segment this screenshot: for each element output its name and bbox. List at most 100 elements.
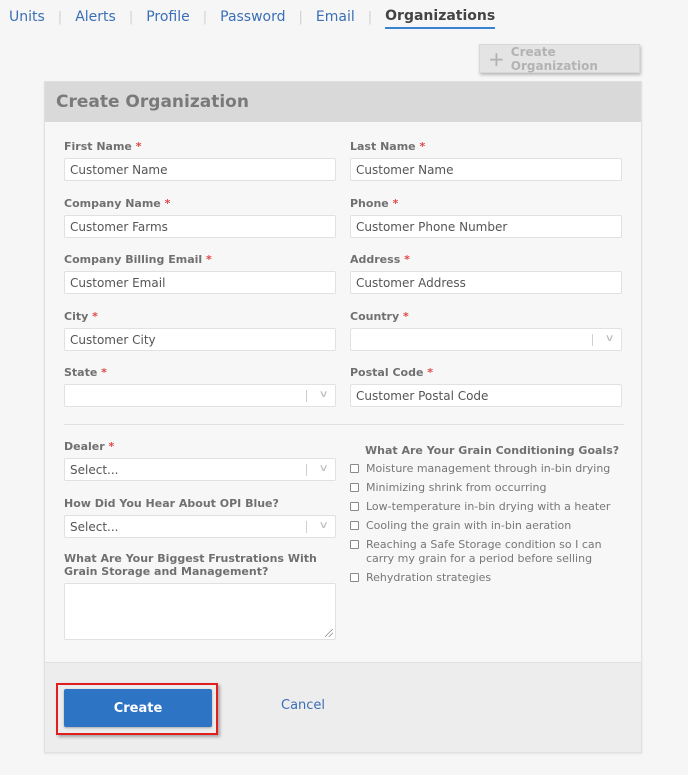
address-field: Address * Customer Address [350, 253, 622, 294]
goal-label: Moisture management through in-bin dryin… [366, 462, 611, 475]
dealer-value: Select... [70, 462, 119, 477]
postal-code-input[interactable]: Customer Postal Code [350, 384, 622, 407]
goal-option[interactable]: Reaching a Safe Storage condition so I c… [350, 538, 630, 566]
chevron-down-icon[interactable]: ∨ [318, 463, 328, 474]
hear-about-select[interactable]: Select... ∨ [64, 515, 336, 538]
phone-label: Phone [350, 197, 389, 210]
settings-tabs: Units | Alerts | Profile | Password | Em… [9, 8, 496, 29]
first-name-field: First Name * Customer Name [64, 140, 336, 181]
plus-icon: + [488, 46, 505, 71]
city-label: City [64, 310, 89, 323]
frustrations-textarea[interactable] [64, 583, 336, 640]
form-title: Create Organization [56, 92, 249, 112]
required-mark: * [164, 197, 171, 210]
required-mark: * [108, 440, 115, 453]
select-separator [592, 334, 593, 346]
goal-label: Low-temperature in-bin drying with a hea… [366, 500, 611, 513]
address-input[interactable]: Customer Address [350, 271, 622, 294]
form-footer: Create Cancel [45, 662, 641, 752]
tab-separator: | [367, 9, 373, 25]
create-organization-button[interactable]: + Create Organization [479, 44, 640, 73]
goal-option[interactable]: Moisture management through in-bin dryin… [350, 462, 630, 476]
chevron-down-icon[interactable]: ∨ [604, 333, 614, 344]
required-mark: * [101, 366, 107, 379]
goal-label: Rehydration strategies [366, 571, 492, 584]
dealer-field: Dealer * Select... ∨ [64, 440, 336, 481]
last-name-field: Last Name * Customer Name [350, 140, 622, 181]
select-separator [306, 390, 307, 402]
tab-email[interactable]: Email [316, 9, 355, 28]
dealer-select[interactable]: Select... ∨ [64, 458, 336, 481]
required-mark: * [135, 140, 142, 153]
first-name-input[interactable]: Customer Name [64, 158, 336, 181]
tab-profile[interactable]: Profile [146, 9, 190, 28]
tab-organizations[interactable]: Organizations [385, 8, 496, 29]
company-name-input[interactable]: Customer Farms [64, 215, 336, 238]
first-name-label: First Name [64, 140, 132, 153]
goal-option[interactable]: Low-temperature in-bin drying with a hea… [350, 500, 630, 514]
postal-code-label: Postal Code [350, 366, 424, 379]
create-organization-label: Create Organization [510, 44, 598, 73]
form-header: Create Organization [45, 82, 641, 122]
required-mark: * [404, 253, 410, 266]
required-mark: * [92, 310, 98, 323]
postal-code-field: Postal Code * Customer Postal Code [350, 366, 622, 407]
phone-field: Phone * Customer Phone Number [350, 197, 622, 238]
tab-separator: | [128, 9, 134, 25]
country-select[interactable]: ∨ [350, 328, 622, 351]
required-mark: * [403, 310, 409, 323]
last-name-label: Last Name [350, 140, 416, 153]
checkbox[interactable] [350, 464, 359, 473]
address-label: Address [350, 253, 401, 266]
select-separator [306, 521, 307, 533]
frustrations-label: What Are Your Biggest Frustrations With … [64, 552, 317, 578]
goal-option[interactable]: Minimizing shrink from occurring [350, 481, 630, 495]
state-select[interactable]: ∨ [64, 384, 336, 407]
conditioning-goals: What Are Your Grain Conditioning Goals? … [350, 444, 630, 590]
city-field: City * Customer City [64, 310, 336, 351]
last-name-input[interactable]: Customer Name [350, 158, 622, 181]
city-input[interactable]: Customer City [64, 328, 336, 351]
tab-separator: | [57, 9, 63, 25]
required-mark: * [206, 253, 212, 266]
state-label: State [64, 366, 98, 379]
checkbox[interactable] [350, 540, 359, 549]
tab-alerts[interactable]: Alerts [75, 9, 116, 28]
goal-option[interactable]: Cooling the grain with in-bin aeration [350, 519, 630, 533]
hear-about-value: Select... [70, 519, 119, 534]
phone-input[interactable]: Customer Phone Number [350, 215, 622, 238]
country-field: Country * ∨ [350, 310, 622, 351]
cancel-link[interactable]: Cancel [281, 698, 325, 713]
resize-grip-icon[interactable] [325, 629, 333, 637]
billing-email-input[interactable]: Customer Email [64, 271, 336, 294]
company-name-field: Company Name * Customer Farms [64, 197, 336, 238]
checkbox[interactable] [350, 521, 359, 530]
billing-email-label: Company Billing Email [64, 253, 203, 266]
tab-units[interactable]: Units [9, 9, 45, 28]
goal-label: Reaching a Safe Storage condition so I c… [366, 538, 602, 565]
highlight-frame: Create [56, 683, 218, 735]
company-name-label: Company Name [64, 197, 161, 210]
required-mark: * [427, 366, 434, 379]
checkbox[interactable] [350, 502, 359, 511]
required-mark: * [419, 140, 426, 153]
goal-label: Minimizing shrink from occurring [366, 481, 547, 494]
frustrations-field: What Are Your Biggest Frustrations With … [64, 552, 336, 640]
goal-option[interactable]: Rehydration strategies [350, 571, 630, 585]
billing-email-field: Company Billing Email * Customer Email [64, 253, 336, 294]
select-separator [306, 464, 307, 476]
checkbox[interactable] [350, 483, 359, 492]
section-divider [64, 424, 624, 425]
goal-label: Cooling the grain with in-bin aeration [366, 519, 572, 532]
chevron-down-icon[interactable]: ∨ [318, 520, 328, 531]
create-button[interactable]: Create [64, 689, 212, 727]
tab-password[interactable]: Password [220, 9, 285, 28]
hear-about-field: How Did You Hear About OPI Blue? Select.… [64, 497, 336, 538]
chevron-down-icon[interactable]: ∨ [318, 389, 328, 400]
checkbox[interactable] [350, 573, 359, 582]
tab-separator: | [202, 9, 208, 25]
hear-about-label: How Did You Hear About OPI Blue? [64, 497, 279, 510]
goals-title: What Are Your Grain Conditioning Goals? [365, 444, 620, 457]
tab-separator: | [298, 9, 303, 25]
country-label: Country [350, 310, 400, 323]
